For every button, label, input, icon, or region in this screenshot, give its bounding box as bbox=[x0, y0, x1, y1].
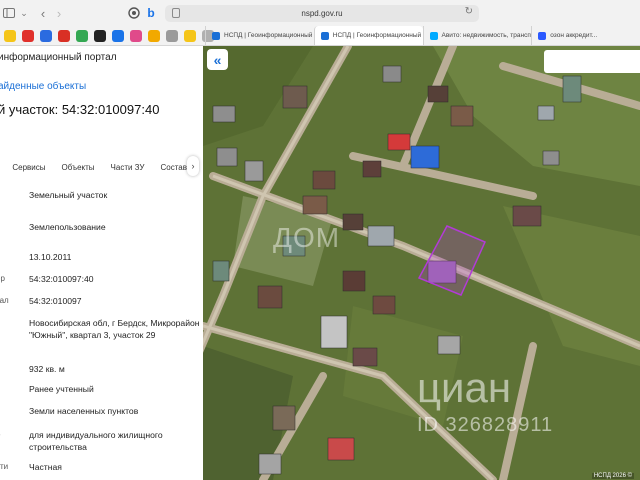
favorites-bar bbox=[0, 26, 214, 45]
tab-title: озон аккредит... bbox=[550, 32, 598, 39]
row-label-cadastral-number: ер bbox=[0, 274, 5, 283]
black-t-icon[interactable] bbox=[94, 29, 106, 42]
parcel-title: й участок: 54:32:010097:40 bbox=[0, 102, 160, 117]
tab-title: НСПД | Геоинформационный по... bbox=[224, 32, 314, 39]
panel-tabs: Сервисы Объекты Части ЗУ Состав bbox=[0, 156, 203, 178]
tab-favicon-icon bbox=[538, 31, 547, 40]
yellow-circle-icon[interactable] bbox=[184, 29, 196, 42]
sidebar-toggle-icon[interactable] bbox=[2, 4, 16, 22]
reload-icon[interactable]: ↻ bbox=[465, 6, 473, 17]
tab-favicon-icon bbox=[429, 31, 438, 40]
yellow-bookmark-icon[interactable] bbox=[4, 29, 16, 42]
red-bookmark-icon[interactable] bbox=[22, 29, 34, 42]
row-value-status: Ранее учтенный bbox=[29, 384, 94, 394]
address-bar[interactable]: nspd.gov.ru ↻ bbox=[165, 5, 479, 22]
tab-composition[interactable]: Состав bbox=[161, 163, 188, 172]
pink-bookmark-icon[interactable] bbox=[130, 29, 142, 42]
back-arrow-icon[interactable]: ‹ bbox=[36, 4, 50, 22]
yellow-chart-icon[interactable] bbox=[148, 29, 160, 42]
blue-diamond-icon[interactable] bbox=[40, 29, 52, 42]
found-objects-link[interactable]: айденные объекты bbox=[0, 81, 86, 92]
browser-chrome: ⌄ ‹ › b nspd.gov.ru ↻ НСПД | Геоинформац… bbox=[0, 0, 640, 46]
red-mail-icon[interactable] bbox=[58, 29, 70, 42]
chevron-down-icon[interactable]: ⌄ bbox=[18, 4, 30, 22]
tab-favicon-icon bbox=[320, 31, 329, 40]
browser-tab[interactable]: озон аккредит... bbox=[531, 26, 640, 45]
portal-title: информационный портал bbox=[0, 52, 117, 63]
browser-toolbar: ⌄ ‹ › b nspd.gov.ru ↻ bbox=[0, 0, 640, 26]
watermark-dom: ДОМ bbox=[273, 222, 341, 253]
row-label-ownership: сти bbox=[0, 462, 9, 471]
chevron-right-icon[interactable]: › bbox=[187, 156, 199, 176]
row-label-quarter: тал bbox=[0, 296, 9, 305]
row-value-type: Земельный участок bbox=[29, 190, 108, 200]
row-value-address: Новосибирская обл, г Бердск, Микрорайон … bbox=[29, 318, 200, 340]
browser-tab[interactable]: Авито: недвижимость, транспо... bbox=[422, 26, 532, 45]
row-value-permitted-use: для индивидуального жилищного строительс… bbox=[29, 430, 163, 452]
row-value-category: Земли населенных пунктов bbox=[29, 406, 139, 416]
watermark-id: ID 326828911 bbox=[417, 414, 554, 436]
address-text: nspd.gov.ru bbox=[301, 9, 343, 18]
row-value-subtype: Землепользование bbox=[29, 222, 106, 232]
collapse-panel-button[interactable]: « bbox=[207, 49, 228, 70]
grey-cube-icon[interactable] bbox=[166, 29, 178, 42]
map-copyright: НСПД 2026 © bbox=[591, 473, 634, 479]
tab-title: НСПД | Геоинформационный по... bbox=[332, 32, 423, 39]
tab-favicon-icon bbox=[212, 31, 220, 40]
map-search-input[interactable] bbox=[544, 50, 640, 73]
row-value-date: 13.10.2011 bbox=[29, 252, 72, 262]
row-value-area: 932 кв. м bbox=[29, 364, 65, 374]
tab-title: Авито: недвижимость, транспо... bbox=[441, 32, 532, 39]
watermark-cian: циан bbox=[417, 364, 512, 411]
forward-arrow-icon[interactable]: › bbox=[52, 4, 66, 22]
page-icon bbox=[172, 8, 180, 18]
blue-star-icon[interactable] bbox=[112, 29, 124, 42]
browser-tab[interactable]: НСПД | Геоинформационный по... bbox=[205, 26, 314, 45]
tab-objects[interactable]: Объекты bbox=[62, 163, 95, 172]
tab-parcel-parts[interactable]: Части ЗУ bbox=[111, 163, 145, 172]
bing-icon[interactable]: b bbox=[144, 4, 158, 22]
green-g-icon[interactable] bbox=[76, 29, 88, 42]
tab-services[interactable]: Сервисы bbox=[12, 163, 45, 172]
satellite-map[interactable]: ДОМ циан ID 326828911 « НСПД 2026 © bbox=[203, 46, 640, 480]
object-info-panel: информационный портал айденные объекты й… bbox=[0, 46, 203, 480]
browser-tab[interactable]: НСПД | Геоинформационный по... bbox=[313, 26, 423, 45]
row-value-quarter[interactable]: 54:32:010097 bbox=[29, 296, 201, 308]
row-value-ownership: Частная bbox=[29, 462, 62, 472]
row-value-cadastral-number[interactable]: 54:32:010097:40 bbox=[29, 274, 201, 286]
privacy-shield-icon[interactable] bbox=[127, 4, 141, 22]
tab-strip: НСПД | Геоинформационный по... НСПД | Гео… bbox=[205, 26, 640, 45]
